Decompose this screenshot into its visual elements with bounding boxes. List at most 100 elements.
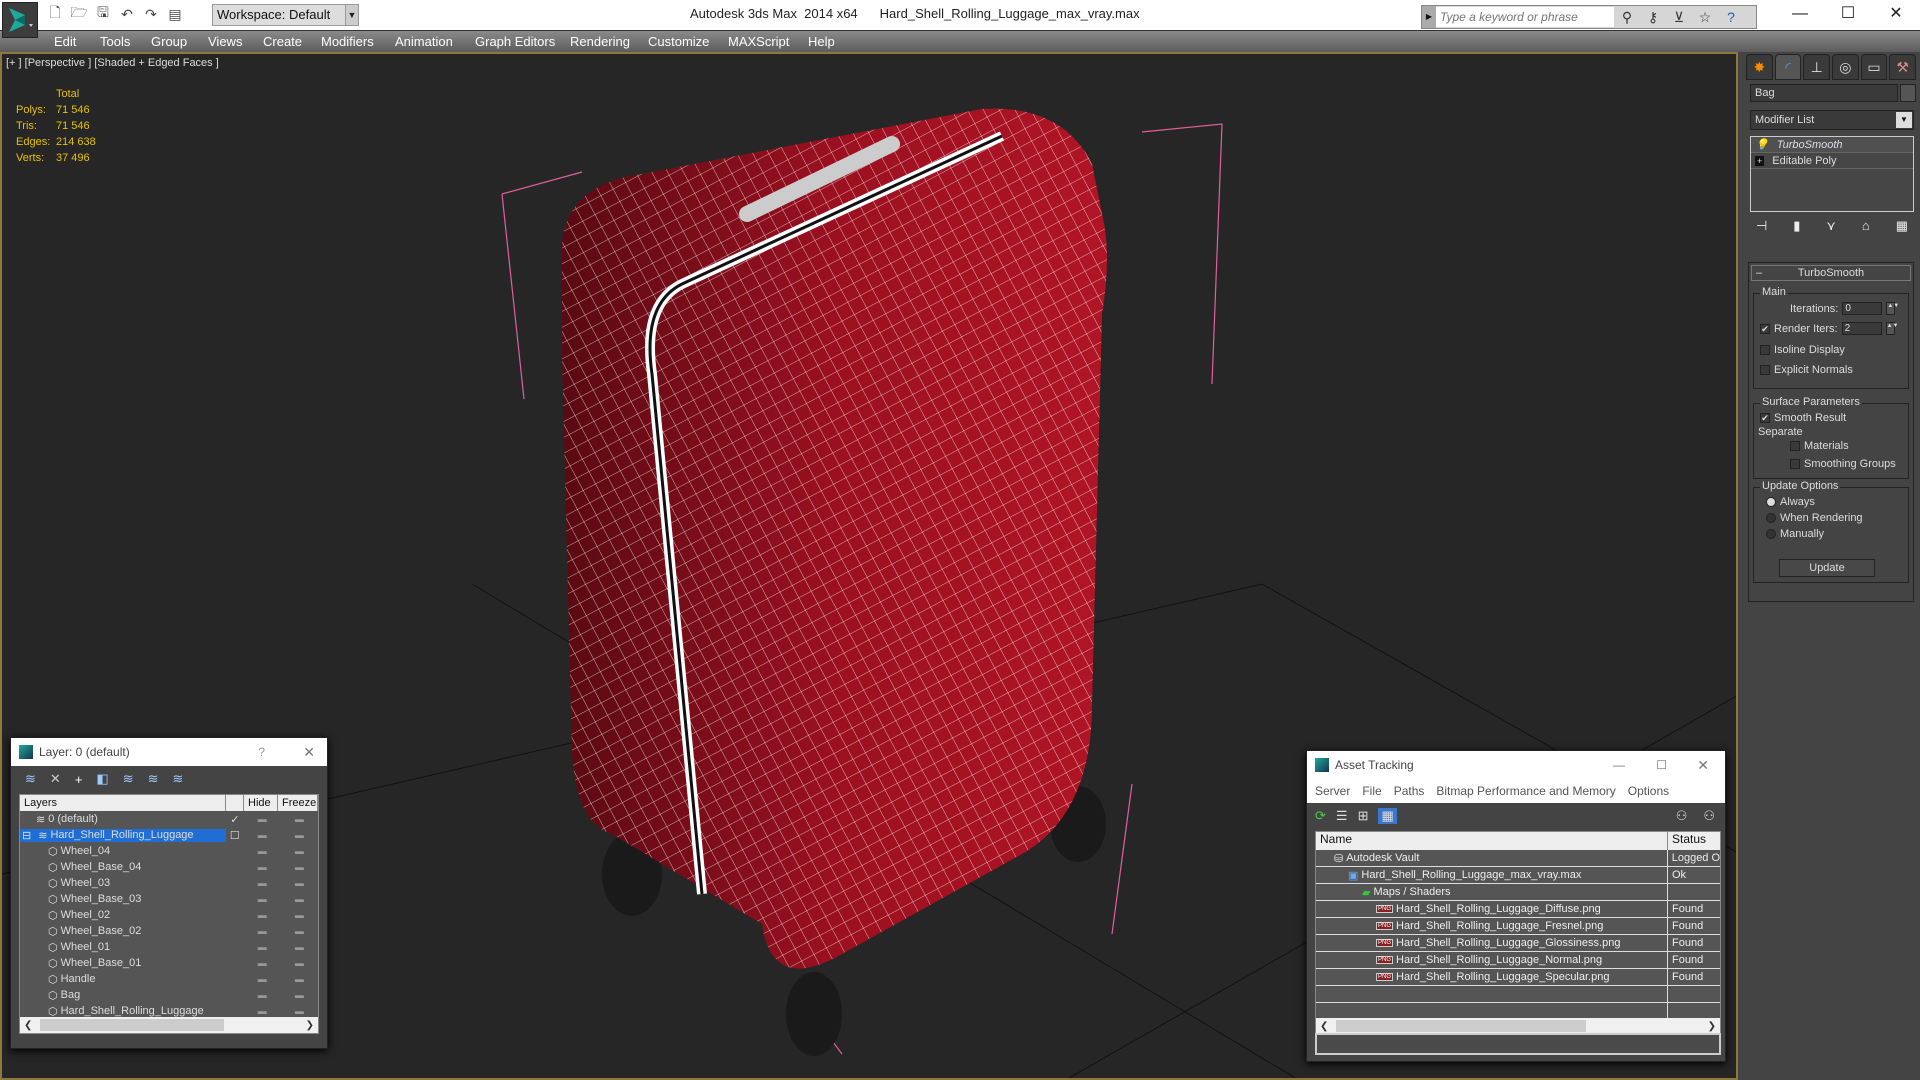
iterations-spinner[interactable]: 0	[1842, 302, 1883, 315]
freeze-toggle[interactable]: ▬	[281, 942, 318, 952]
collapse-icon[interactable]: ⊟	[22, 829, 31, 842]
undo-icon[interactable]: ↶	[118, 5, 136, 23]
remove-modifier-icon[interactable]: ⌂	[1862, 218, 1870, 234]
workspace-dropdown[interactable]: Workspace: Default ▼	[212, 4, 358, 26]
show-end-result-icon[interactable]: ▮	[1793, 218, 1800, 234]
highlight-selected-icon[interactable]: ≋	[123, 771, 134, 787]
vault-login-icon[interactable]: ⚇	[1676, 808, 1688, 824]
menu-animation[interactable]: Animation	[395, 34, 453, 49]
satellite-icon[interactable]: ⊻	[1666, 9, 1692, 26]
configure-modifier-sets-icon[interactable]: ▦	[1896, 218, 1908, 234]
layer-name-cell[interactable]: ⊟ ≋ Hard_Shell_Rolling_Luggage	[20, 828, 226, 842]
search-input[interactable]	[1436, 7, 1614, 27]
layer-name-cell[interactable]: ⬡ Wheel_Base_04	[20, 861, 226, 874]
asset-row[interactable]: PNG Hard_Shell_Rolling_Luggage_Diffuse.pn…	[1316, 901, 1720, 918]
column-freeze[interactable]: Freeze	[278, 795, 318, 811]
freeze-toggle[interactable]: ▬	[281, 894, 318, 904]
hide-toggle[interactable]: ▬	[244, 862, 281, 872]
layer-name-cell[interactable]: ⬡ Wheel_04	[20, 845, 226, 858]
refresh-icon[interactable]: ⟳	[1315, 808, 1326, 824]
help-button[interactable]: ?	[258, 745, 265, 759]
scroll-right-icon[interactable]: ❯	[306, 1020, 314, 1031]
object-color-swatch[interactable]	[1900, 84, 1916, 102]
scrollbar-thumb[interactable]	[40, 1019, 224, 1031]
list-view-icon[interactable]: ☰	[1336, 808, 1348, 824]
stack-item-editable-poly[interactable]: + Editable Poly	[1751, 153, 1913, 169]
maximize-button[interactable]: ☐	[1824, 2, 1872, 28]
stack-item-turbosmooth[interactable]: 💡 TurboSmooth	[1751, 137, 1913, 153]
project-folder-icon[interactable]: ▤	[166, 5, 184, 23]
menu-file[interactable]: File	[1362, 784, 1381, 798]
create-tab-icon[interactable]: ✸	[1746, 54, 1773, 80]
layer-name-cell[interactable]: ≋ 0 (default)	[20, 813, 226, 826]
hide-toggle[interactable]: ▬	[244, 878, 281, 888]
hide-toggle[interactable]: ▬	[244, 958, 281, 968]
hide-toggle[interactable]: ▬	[244, 846, 281, 856]
spinner-arrows-icon[interactable]: ▲▼	[1885, 322, 1898, 335]
layer-row[interactable]: ⬡ Wheel_03 ▬ ▬	[20, 875, 318, 891]
star-icon[interactable]: ☆	[1692, 9, 1718, 26]
update-button[interactable]: Update	[1779, 559, 1875, 577]
lightbulb-icon[interactable]: 💡	[1755, 138, 1769, 151]
help-icon[interactable]: ?	[1718, 9, 1744, 25]
close-button[interactable]: ✕	[1697, 757, 1709, 774]
freeze-toggle[interactable]: ▬	[281, 974, 318, 984]
redo-icon[interactable]: ↷	[142, 5, 160, 23]
close-button[interactable]: ✕	[303, 744, 315, 761]
scroll-left-icon[interactable]: ❮	[24, 1020, 32, 1031]
hide-toggle[interactable]: ▬	[244, 1006, 281, 1016]
freeze-toggle[interactable]: ▬	[281, 830, 318, 840]
rollout-header[interactable]: – TurboSmooth	[1751, 265, 1911, 281]
save-icon[interactable]: 🖫	[94, 4, 112, 23]
layer-name-cell[interactable]: ⬡ Wheel_Base_03	[20, 893, 226, 906]
asset-row[interactable]: ⛁ Autodesk Vault Logged O	[1316, 850, 1720, 867]
manually-radio[interactable]	[1766, 529, 1776, 539]
layer-row[interactable]: ⬡ Bag ▬ ▬	[20, 987, 318, 1003]
smooth-result-checkbox[interactable]: ✔	[1760, 413, 1770, 423]
maximize-button[interactable]: ☐	[1656, 758, 1667, 772]
expand-plus-icon[interactable]: +	[1755, 155, 1765, 166]
menu-views[interactable]: Views	[208, 34, 242, 49]
layer-row[interactable]: ⬡ Wheel_02 ▬ ▬	[20, 907, 318, 923]
layer-row[interactable]: ⬡ Wheel_04 ▬ ▬	[20, 843, 318, 859]
freeze-toggle[interactable]: ▬	[281, 878, 318, 888]
layer-row[interactable]: ⬡ Wheel_01 ▬ ▬	[20, 939, 318, 955]
add-to-layer-icon[interactable]: +	[75, 772, 83, 787]
layer-name-cell[interactable]: ⬡ Hard_Shell_Rolling_Luggage	[20, 1005, 226, 1018]
always-radio[interactable]	[1766, 497, 1776, 507]
asset-row[interactable]: PNG Hard_Shell_Rolling_Luggage_Specular.p…	[1316, 969, 1720, 986]
app-menu-button[interactable]	[2, 2, 38, 38]
asset-row[interactable]: ▰ Maps / Shaders	[1316, 884, 1720, 901]
when-rendering-radio[interactable]	[1766, 513, 1776, 523]
freeze-toggle[interactable]: ▬	[281, 910, 318, 920]
freeze-toggle[interactable]: ▬	[281, 958, 318, 968]
asset-dialog-titlebar[interactable]: Asset Tracking — ☐ ✕	[1307, 751, 1725, 779]
modify-tab-icon[interactable]: ◜	[1774, 54, 1802, 80]
asset-row[interactable]: PNG Hard_Shell_Rolling_Luggage_Normal.png…	[1316, 952, 1720, 969]
hide-toggle[interactable]: ▬	[244, 910, 281, 920]
scroll-right-icon[interactable]: ❯	[1708, 1021, 1716, 1032]
menu-customize[interactable]: Customize	[648, 34, 709, 49]
menu-rendering[interactable]: Rendering	[570, 34, 630, 49]
menu-tools[interactable]: Tools	[100, 34, 130, 49]
menu-graph-editors[interactable]: Graph Editors	[475, 34, 555, 49]
render-iters-spinner[interactable]: 2	[1841, 322, 1882, 335]
tree-view-icon[interactable]: ⊞	[1358, 808, 1369, 824]
isoline-checkbox[interactable]	[1760, 345, 1770, 355]
hide-toggle[interactable]: ▬	[244, 942, 281, 952]
select-objects-icon[interactable]: ◧	[96, 771, 108, 787]
delete-layer-icon[interactable]: ✕	[50, 771, 61, 787]
motion-tab-icon[interactable]: ◎	[1832, 54, 1859, 80]
freeze-toggle[interactable]: ▬	[281, 814, 318, 824]
scrollbar-thumb[interactable]	[1336, 1020, 1586, 1032]
asset-row[interactable]: PNG Hard_Shell_Rolling_Luggage_Glossiness…	[1316, 935, 1720, 952]
layer-name-cell[interactable]: ⬡ Bag	[20, 989, 226, 1002]
asset-path-field[interactable]	[1315, 1033, 1721, 1055]
layer-row[interactable]: ⬡ Wheel_Base_01 ▬ ▬	[20, 955, 318, 971]
freeze-toggle[interactable]: ▬	[281, 862, 318, 872]
freeze-toggle[interactable]: ▬	[281, 926, 318, 936]
menu-edit[interactable]: Edit	[54, 34, 76, 49]
column-layers[interactable]: Layers	[20, 795, 226, 811]
qat-customize-button[interactable]: ▼	[345, 4, 359, 26]
layer-name-cell[interactable]: ⬡ Wheel_Base_01	[20, 957, 226, 970]
